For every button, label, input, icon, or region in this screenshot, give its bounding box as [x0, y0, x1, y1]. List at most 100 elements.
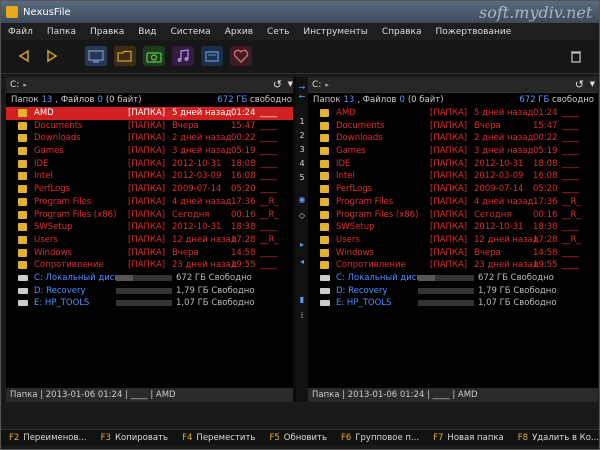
stats-icon[interactable]: ▮ [296, 295, 308, 304]
file-row[interactable]: Intel [ПАПКА] 2012-03-09 16:08 ____ [308, 170, 598, 183]
file-time: 00:22 [533, 133, 558, 144]
drive-row[interactable]: D: Recovery 1,79 ГБ Свободно [308, 285, 598, 298]
dropdown-arrow-icon[interactable]: ▼ [590, 80, 595, 88]
tab-2[interactable]: 2 [296, 131, 308, 140]
file-row[interactable]: Program Files [ПАПКА] 4 дней назад 17:36 __R… [308, 196, 598, 209]
tab-4[interactable]: 4 [296, 159, 308, 168]
fkey-key: F8 [517, 432, 529, 443]
drive-row[interactable]: E: HP_TOOLS 1,07 ГБ Свободно [308, 297, 598, 310]
file-row[interactable]: Downloads [ПАПКА] 2 дней назад 00:22 ____ [6, 132, 296, 145]
file-row[interactable]: AMD [ПАПКА] 5 дней назад 01:24 ____ [308, 107, 598, 120]
arrow-left-icon[interactable]: ◂ [296, 257, 308, 266]
file-row[interactable]: AMD [ПАПКА] 5 дней назад 01:24 ____ [6, 107, 296, 120]
fkey-button-f2[interactable]: F2 Переименов... [9, 433, 87, 443]
refresh-icon[interactable]: ↺ [575, 78, 584, 91]
file-row[interactable]: SWSetup [ПАПКА] 2012-10-31 18:38 ____ [308, 221, 598, 234]
menu-system[interactable]: Система [164, 27, 218, 37]
file-row[interactable]: Documents [ПАПКА] Вчера 15:47 ____ [308, 120, 598, 133]
fkey-button-f3[interactable]: F3 Копировать [101, 433, 168, 443]
chevron-down-icon[interactable]: ▸ [23, 81, 27, 89]
folder-icon [320, 121, 329, 130]
drive-icon [18, 287, 28, 294]
folder-icon [18, 121, 27, 130]
file-row[interactable]: PerfLogs [ПАПКА] 2009-07-14 05:20 ____ [308, 183, 598, 196]
file-row[interactable]: Users [ПАПКА] 12 дней назад 17:28 __R_ [6, 234, 296, 247]
file-row[interactable]: SWSetup [ПАПКА] 2012-10-31 18:38 ____ [6, 221, 296, 234]
file-row[interactable]: Windows [ПАПКА] Вчера 14:58 ____ [308, 247, 598, 260]
left-panel[interactable]: C: ▸ ↺ ▼ Папок 13 , Файлов 0 (0 байт) 67… [6, 77, 296, 402]
file-time: 05:19 [231, 146, 256, 157]
file-row[interactable]: IDE [ПАПКА] 2012-10-31 18:08 ____ [308, 158, 598, 171]
file-row[interactable]: Сопротивление [ПАПКА] 23 дней назад 19:55 __… [6, 259, 296, 272]
right-panel[interactable]: C: ▸ ↺ ▼ Папок 13 , Файлов 0 (0 байт) 67… [308, 77, 598, 402]
drive-row[interactable]: E: HP_TOOLS 1,07 ГБ Свободно [6, 297, 296, 310]
fkey-button-f8[interactable]: F8 Удалить в Ко... [518, 433, 599, 443]
window-title: NexusFile [23, 6, 71, 18]
forward-icon[interactable] [41, 46, 63, 66]
file-row[interactable]: Documents [ПАПКА] Вчера 15:47 ____ [6, 120, 296, 133]
file-row[interactable]: Users [ПАПКА] 12 дней назад 17:28 __R_ [308, 234, 598, 247]
fkey-button-f7[interactable]: F7 Новая папка [433, 433, 504, 443]
file-date: 5 дней назад [474, 108, 534, 118]
document-icon[interactable] [201, 46, 223, 66]
grip-icon[interactable]: ⁞ [296, 311, 308, 320]
drive-row[interactable]: C: Локальный диск 672 ГБ Свободно [308, 272, 598, 285]
file-row[interactable]: IDE [ПАПКА] 2012-10-31 18:08 ____ [6, 158, 296, 171]
file-row[interactable]: Program Files [ПАПКА] 4 дней назад 17:36 __R… [6, 196, 296, 209]
path-bar[interactable]: C: ▸ ↺ ▼ [308, 77, 598, 93]
file-name: Downloads [336, 133, 383, 144]
file-row[interactable]: Games [ПАПКА] 3 дней назад 05:19 ____ [308, 145, 598, 158]
trash-icon[interactable] [565, 46, 587, 66]
menu-donate[interactable]: Пожертвование [428, 27, 518, 37]
copy-left-icon[interactable]: ← [296, 92, 308, 101]
tab-1[interactable]: 1 [296, 117, 308, 126]
file-row[interactable]: Intel [ПАПКА] 2012-03-09 16:08 ____ [6, 170, 296, 183]
file-date: 3 дней назад [474, 146, 534, 157]
file-row[interactable]: Downloads [ПАПКА] 2 дней назад 00:22 ____ [308, 132, 598, 145]
menu-folder[interactable]: Папка [40, 27, 83, 37]
tab-5[interactable]: 5 [296, 173, 308, 182]
chevron-down-icon[interactable]: ▸ [325, 81, 329, 89]
drive-row[interactable]: C: Локальный диск 672 ГБ Свободно [6, 272, 296, 285]
file-row[interactable]: Windows [ПАПКА] Вчера 14:58 ____ [6, 247, 296, 260]
favorites-icon[interactable] [230, 46, 252, 66]
menu-network[interactable]: Сеть [260, 27, 296, 37]
fkey-label: Переместить [196, 432, 256, 443]
back-icon[interactable] [13, 46, 35, 66]
file-time: 15:47 [231, 120, 256, 131]
target-icon[interactable]: ◉ [296, 195, 308, 204]
file-type: [ПАПКА] [128, 158, 166, 169]
refresh-icon[interactable]: ↺ [273, 78, 282, 91]
menu-edit[interactable]: Правка [83, 27, 131, 37]
copy-right-icon[interactable]: → [296, 83, 308, 92]
tab-3[interactable]: 3 [296, 145, 308, 154]
file-date: Вчера [172, 120, 199, 131]
fkey-button-f6[interactable]: F6 Групповое п... [341, 433, 419, 443]
menu-archive[interactable]: Архив [218, 27, 260, 37]
menu-help[interactable]: Справка [375, 27, 429, 37]
arrow-right-icon[interactable]: ▸ [296, 240, 308, 249]
file-row[interactable]: Program Files (x86) [ПАПКА] Сегодня 00:16 __… [6, 209, 296, 222]
diamond-icon[interactable]: ◇ [296, 211, 308, 220]
menu-tools[interactable]: Инструменты [296, 27, 374, 37]
folder-icon [18, 223, 27, 232]
file-row[interactable]: Games [ПАПКА] 3 дней назад 05:19 ____ [6, 145, 296, 158]
path-label[interactable]: C: [312, 80, 321, 90]
drive-row[interactable]: D: Recovery 1,79 ГБ Свободно [6, 285, 296, 298]
menu-view[interactable]: Вид [131, 27, 163, 37]
music-icon[interactable] [172, 46, 194, 66]
camera-icon[interactable] [143, 46, 165, 66]
file-row[interactable]: PerfLogs [ПАПКА] 2009-07-14 05:20 ____ [6, 183, 296, 196]
fkey-button-f4[interactable]: F4 Переместить [182, 433, 255, 443]
fkey-button-f5[interactable]: F5 Обновить [269, 433, 327, 443]
monitor-icon[interactable] [85, 46, 107, 66]
folder-icon[interactable] [114, 46, 136, 66]
file-row[interactable]: Сопротивление [ПАПКА] 23 дней назад 19:55 __… [308, 259, 598, 272]
path-bar[interactable]: C: ▸ ↺ ▼ [6, 77, 296, 93]
file-row[interactable]: Program Files (x86) [ПАПКА] Сегодня 00:16 __… [308, 209, 598, 222]
menu-file[interactable]: Файл [1, 27, 40, 37]
drive-name: E: HP_TOOLS [34, 298, 90, 309]
file-attr: ____ [562, 158, 579, 169]
file-attr: ____ [260, 222, 277, 233]
path-label[interactable]: C: [10, 80, 19, 90]
